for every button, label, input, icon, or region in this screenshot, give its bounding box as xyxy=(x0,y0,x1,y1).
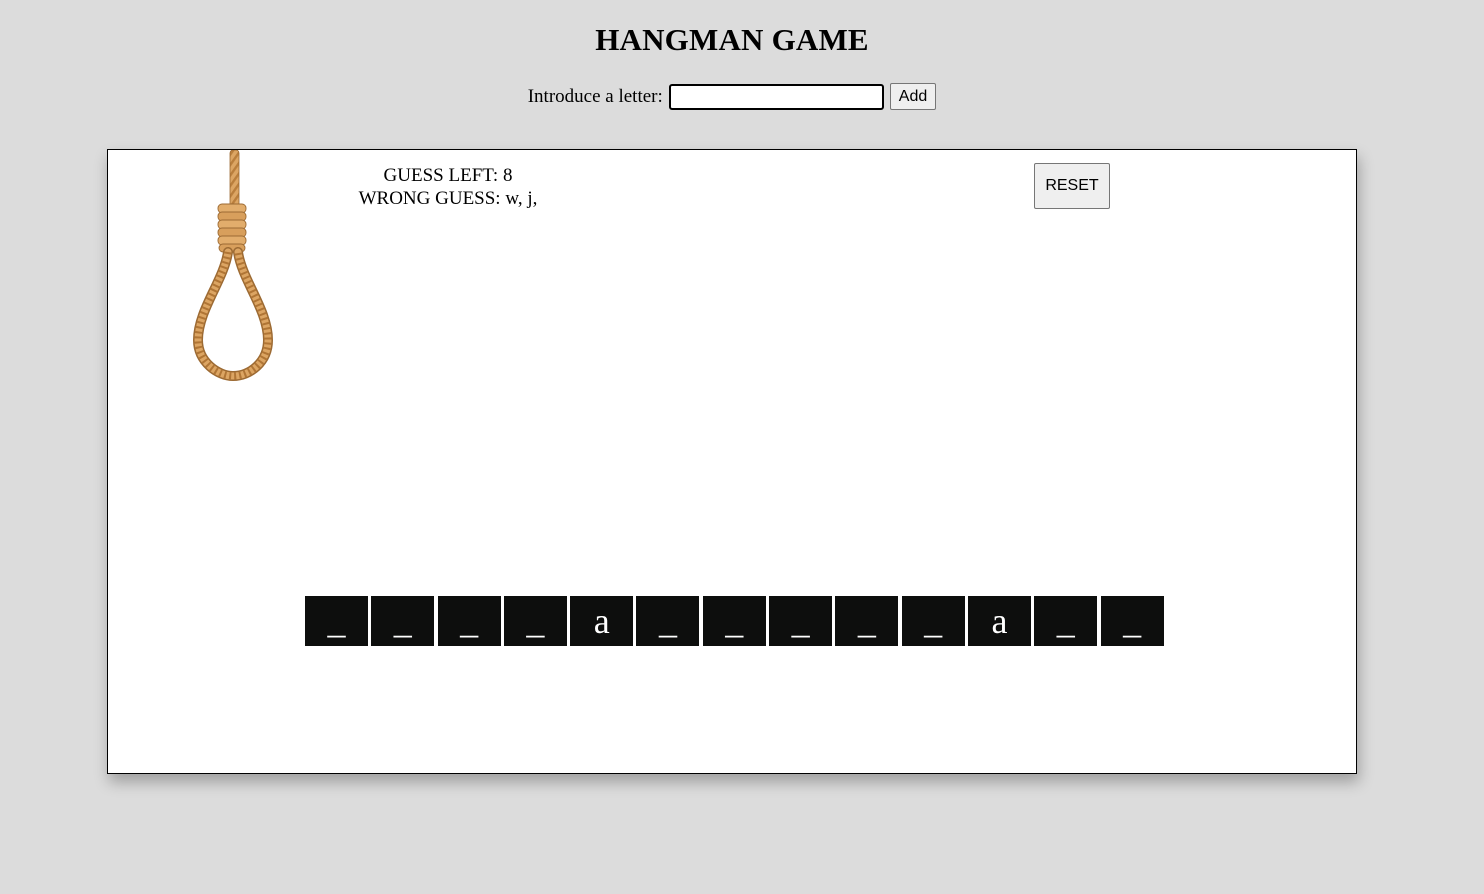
letter-tile: _ xyxy=(1034,596,1098,646)
guess-left-line: GUESS LEFT: 8 xyxy=(338,164,558,187)
page-title: HANGMAN GAME xyxy=(595,22,869,57)
wrong-guess-line: WRONG GUESS: w, j, xyxy=(338,187,558,210)
wrong-guess-label: WRONG GUESS: xyxy=(358,188,501,209)
guess-left-label: GUESS LEFT: xyxy=(383,165,499,186)
word-tiles: _ _ _ _ a _ _ _ _ _ a _ _ xyxy=(305,596,1167,646)
status-panel: GUESS LEFT: 8 WRONG GUESS: w, j, xyxy=(338,164,558,210)
letter-tile: _ xyxy=(1100,596,1164,646)
letter-tile: _ xyxy=(636,596,700,646)
letter-tile: _ xyxy=(371,596,435,646)
noose-icon xyxy=(192,150,274,382)
add-button[interactable]: Add xyxy=(889,83,937,110)
letter-tile: _ xyxy=(901,596,965,646)
letter-tile: _ xyxy=(769,596,833,646)
letter-tile: _ xyxy=(702,596,766,646)
letter-tile: _ xyxy=(835,596,899,646)
letter-input[interactable] xyxy=(668,83,884,110)
letter-tile: a xyxy=(570,596,634,646)
letter-tile: _ xyxy=(437,596,501,646)
guess-left-value: 8 xyxy=(502,165,513,186)
reset-button[interactable]: RESET xyxy=(1034,163,1110,209)
letter-tile: _ xyxy=(305,596,368,646)
letter-tile: _ xyxy=(503,596,567,646)
game-board: GUESS LEFT: 8 WRONG GUESS: w, j, RESET _… xyxy=(107,149,1357,774)
wrong-guess-value: w, j, xyxy=(505,188,538,209)
letter-tile: a xyxy=(967,596,1031,646)
letter-input-row: Introduce a letter: Add xyxy=(0,83,1464,110)
letter-input-label: Introduce a letter: xyxy=(527,85,663,107)
